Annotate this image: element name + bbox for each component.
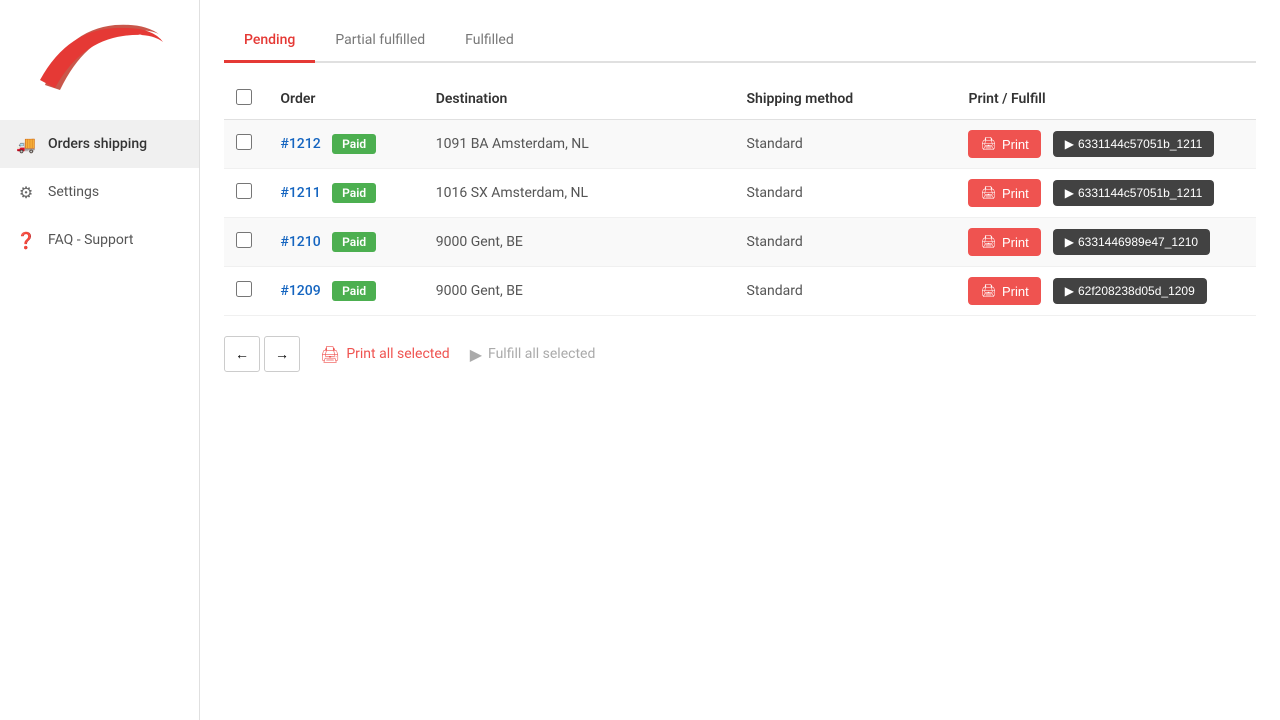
print-icon-1: 🖨	[980, 185, 997, 201]
sidebar-item-settings[interactable]: ⚙ Settings	[0, 168, 199, 216]
destination-header: Destination	[424, 79, 735, 120]
gear-icon: ⚙	[16, 182, 36, 202]
tabs-bar: Pending Partial fulfilled Fulfilled	[224, 20, 1256, 63]
print-all-icon: 🖨	[320, 345, 340, 364]
row-checkbox-cell-0	[224, 120, 268, 169]
pagination: ← →	[224, 336, 300, 372]
destination-cell-0: 1091 BA Amsterdam, NL	[424, 120, 735, 169]
shipping-cell-0: Standard	[735, 120, 957, 169]
order-link-3[interactable]: #1209	[280, 283, 320, 299]
orders-table: Order Destination Shipping method Print …	[224, 79, 1256, 316]
prev-page-button[interactable]: ←	[224, 336, 260, 372]
destination-cell-3: 9000 Gent, BE	[424, 267, 735, 316]
action-cell-3: 🖨 Print ▶ 62f208238d05d_1209	[956, 267, 1256, 316]
row-checkbox-1[interactable]	[236, 183, 252, 199]
destination-cell-2: 9000 Gent, BE	[424, 218, 735, 267]
fulfill-code-0: 6331144c57051b_1211	[1078, 137, 1202, 151]
fulfill-all-label: Fulfill all selected	[488, 346, 595, 362]
status-badge-0: Paid	[332, 134, 376, 154]
sidebar-item-faq-label: FAQ - Support	[48, 232, 133, 248]
status-badge-2: Paid	[332, 232, 376, 252]
action-cell-1: 🖨 Print ▶ 6331144c57051b_1211	[956, 169, 1256, 218]
order-link-0[interactable]: #1212	[280, 136, 320, 152]
table-row: #1211 Paid 1016 SX Amsterdam, NL Standar…	[224, 169, 1256, 218]
tab-fulfilled[interactable]: Fulfilled	[445, 20, 534, 63]
shipping-cell-2: Standard	[735, 218, 957, 267]
sidebar-nav: 🚚 Orders shipping ⚙ Settings ❓ FAQ - Sup…	[0, 120, 199, 264]
print-fulfill-header: Print / Fulfill	[956, 79, 1256, 120]
sidebar: 🚚 Orders shipping ⚙ Settings ❓ FAQ - Sup…	[0, 0, 200, 720]
fulfill-button-1[interactable]: ▶ 6331144c57051b_1211	[1053, 180, 1215, 206]
table-row: #1210 Paid 9000 Gent, BE Standard 🖨 Prin…	[224, 218, 1256, 267]
print-all-label: Print all selected	[346, 346, 449, 362]
fulfill-button-2[interactable]: ▶ 6331446989e47_1210	[1053, 229, 1210, 255]
fulfill-button-3[interactable]: ▶ 62f208238d05d_1209	[1053, 278, 1207, 304]
fulfill-all-icon: ▶	[470, 345, 482, 364]
sidebar-item-faq[interactable]: ❓ FAQ - Support	[0, 216, 199, 264]
print-button-0[interactable]: 🖨 Print	[968, 130, 1040, 158]
select-all-header	[224, 79, 268, 120]
status-badge-1: Paid	[332, 183, 376, 203]
truck-icon: 🚚	[16, 134, 36, 154]
order-link-2[interactable]: #1210	[280, 234, 320, 250]
table-row: #1212 Paid 1091 BA Amsterdam, NL Standar…	[224, 120, 1256, 169]
destination-cell-1: 1016 SX Amsterdam, NL	[424, 169, 735, 218]
row-checkbox-2[interactable]	[236, 232, 252, 248]
print-label-3: Print	[1002, 284, 1029, 299]
row-checkbox-3[interactable]	[236, 281, 252, 297]
print-label-0: Print	[1002, 137, 1029, 152]
question-icon: ❓	[16, 230, 36, 250]
print-icon-2: 🖨	[980, 234, 997, 250]
print-button-1[interactable]: 🖨 Print	[968, 179, 1040, 207]
shipping-cell-3: Standard	[735, 267, 957, 316]
print-button-2[interactable]: 🖨 Print	[968, 228, 1040, 256]
print-icon-3: 🖨	[980, 283, 997, 299]
shipping-cell-1: Standard	[735, 169, 957, 218]
logo-area	[0, 0, 199, 120]
print-all-selected-button[interactable]: 🖨 Print all selected	[320, 345, 450, 364]
action-cell-2: 🖨 Print ▶ 6331446989e47_1210	[956, 218, 1256, 267]
fulfill-code-2: 6331446989e47_1210	[1078, 235, 1198, 249]
action-cell-0: 🖨 Print ▶ 6331144c57051b_1211	[956, 120, 1256, 169]
main-content: Pending Partial fulfilled Fulfilled Orde…	[200, 0, 1280, 720]
fulfill-arrow-icon-0: ▶	[1065, 137, 1074, 151]
print-icon-0: 🖨	[980, 136, 997, 152]
fulfill-arrow-icon-2: ▶	[1065, 235, 1074, 249]
shipping-header: Shipping method	[735, 79, 957, 120]
print-label-2: Print	[1002, 235, 1029, 250]
status-badge-3: Paid	[332, 281, 376, 301]
row-checkbox-cell-2	[224, 218, 268, 267]
sidebar-item-settings-label: Settings	[48, 184, 99, 200]
row-checkbox-cell-1	[224, 169, 268, 218]
row-checkbox-0[interactable]	[236, 134, 252, 150]
sidebar-item-orders-shipping[interactable]: 🚚 Orders shipping	[0, 120, 199, 168]
fulfill-button-0[interactable]: ▶ 6331144c57051b_1211	[1053, 131, 1215, 157]
table-row: #1209 Paid 9000 Gent, BE Standard 🖨 Prin…	[224, 267, 1256, 316]
tab-pending[interactable]: Pending	[224, 20, 315, 63]
select-all-checkbox[interactable]	[236, 89, 252, 105]
order-cell-3: #1209 Paid	[268, 267, 423, 316]
order-cell-2: #1210 Paid	[268, 218, 423, 267]
order-cell-1: #1211 Paid	[268, 169, 423, 218]
order-header: Order	[268, 79, 423, 120]
order-cell-0: #1212 Paid	[268, 120, 423, 169]
tab-partial-fulfilled[interactable]: Partial fulfilled	[315, 20, 445, 63]
print-button-3[interactable]: 🖨 Print	[968, 277, 1040, 305]
next-page-button[interactable]: →	[264, 336, 300, 372]
fulfill-arrow-icon-3: ▶	[1065, 284, 1074, 298]
order-link-1[interactable]: #1211	[280, 185, 320, 201]
fulfill-arrow-icon-1: ▶	[1065, 186, 1074, 200]
content-area: Pending Partial fulfilled Fulfilled Orde…	[200, 0, 1280, 720]
bottom-bar: ← → 🖨 Print all selected ▶ Fulfill all s…	[224, 336, 1256, 372]
sidebar-item-orders-shipping-label: Orders shipping	[48, 136, 147, 152]
fulfill-code-3: 62f208238d05d_1209	[1078, 284, 1195, 298]
row-checkbox-cell-3	[224, 267, 268, 316]
brand-logo	[35, 20, 165, 100]
print-label-1: Print	[1002, 186, 1029, 201]
fulfill-all-selected-button[interactable]: ▶ Fulfill all selected	[470, 345, 596, 364]
fulfill-code-1: 6331144c57051b_1211	[1078, 186, 1202, 200]
